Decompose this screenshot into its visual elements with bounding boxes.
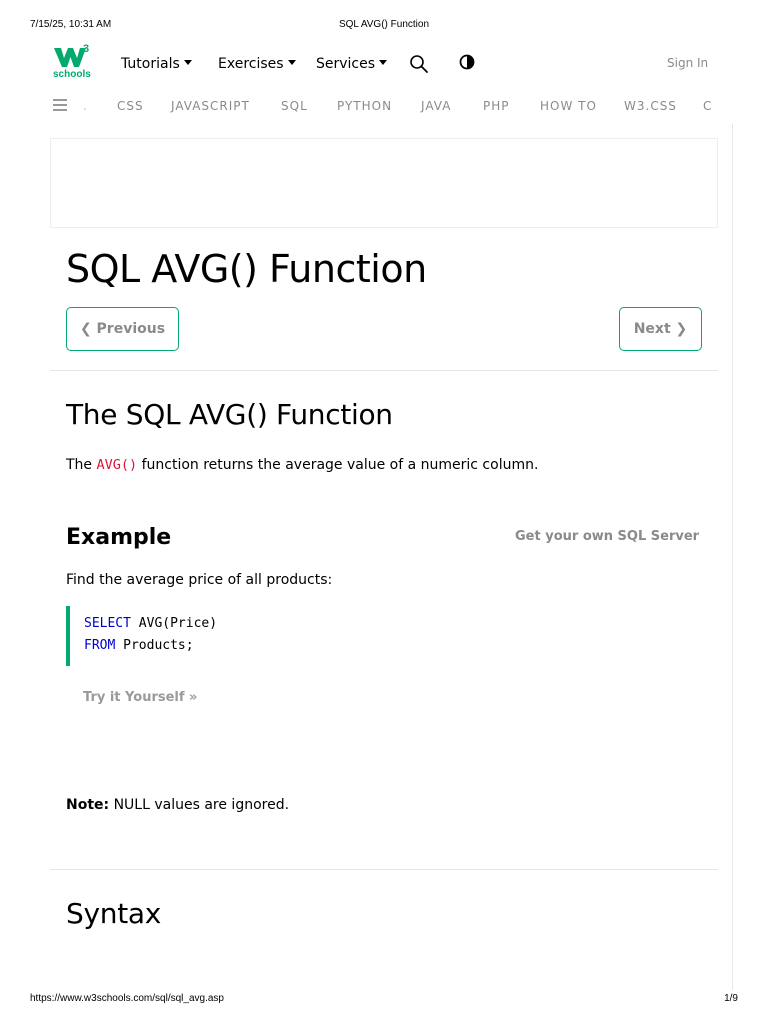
- contrast-icon[interactable]: [459, 54, 475, 70]
- nav-exercises[interactable]: Exercises: [218, 54, 296, 74]
- sql-keyword: FROM: [84, 638, 116, 653]
- subnav-item-sql[interactable]: SQL: [281, 98, 308, 114]
- subnav-item-javascript[interactable]: JAVASCRIPT: [171, 98, 250, 114]
- search-icon[interactable]: [409, 54, 429, 74]
- example-heading: Example: [66, 525, 172, 550]
- subnav-item-w3css[interactable]: W3.CSS: [624, 98, 677, 114]
- hamburger-menu-icon[interactable]: [53, 99, 67, 111]
- page-title: SQL AVG() Function: [66, 247, 427, 291]
- code-line: FROM Products;: [84, 637, 194, 655]
- code-example: SELECT AVG(Price) FROM Products;: [66, 606, 686, 666]
- content-right-border: [732, 124, 733, 990]
- intro-text-before: The: [66, 457, 93, 473]
- next-button[interactable]: Next ❯: [619, 307, 702, 351]
- inline-code: AVG(): [96, 457, 138, 473]
- subnav-item-python[interactable]: PYTHON: [337, 98, 392, 114]
- section-divider: [50, 370, 718, 371]
- chevron-right-icon: ❯: [675, 321, 688, 337]
- previous-label: Previous: [96, 321, 166, 337]
- caret-down-icon: [287, 60, 296, 65]
- subnav-item-howto[interactable]: HOW TO: [540, 98, 597, 114]
- chevron-left-icon: ❮: [79, 321, 92, 337]
- note-label: Note:: [66, 797, 110, 813]
- print-url: https://www.w3schools.com/sql/sql_avg.as…: [30, 993, 224, 1004]
- subnav-overflow-dot: .: [83, 99, 88, 113]
- intro-text-after: function returns the average value of a …: [141, 457, 539, 473]
- subnav-item-java[interactable]: JAVA: [421, 98, 451, 114]
- print-title: SQL AVG() Function: [338, 19, 430, 30]
- ad-placeholder: [50, 138, 718, 228]
- try-it-yourself-button[interactable]: Try it Yourself »: [83, 689, 197, 707]
- code-line: SELECT AVG(Price): [84, 615, 217, 633]
- nav-exercises-label: Exercises: [218, 56, 284, 72]
- logo-text: schools: [53, 69, 91, 80]
- print-header: 7/15/25, 10:31 AM SQL AVG() Function: [30, 19, 738, 33]
- sql-code: Products;: [115, 638, 194, 653]
- print-footer: https://www.w3schools.com/sql/sql_avg.as…: [30, 993, 738, 1007]
- nav-tutorials-label: Tutorials: [121, 56, 180, 72]
- logo-superscript: 3: [83, 43, 89, 55]
- syntax-heading: Syntax: [66, 897, 161, 930]
- signin-link[interactable]: Sign In: [667, 55, 708, 71]
- next-label: Next: [633, 321, 671, 337]
- example-description: Find the average price of all products:: [66, 572, 333, 588]
- subject-nav: . CSS JAVASCRIPT SQL PYTHON JAVA PHP HOW…: [50, 96, 740, 116]
- nav-tutorials[interactable]: Tutorials: [121, 54, 192, 74]
- subnav-item-php[interactable]: PHP: [483, 98, 510, 114]
- nav-services-label: Services: [316, 56, 376, 72]
- sql-keyword: SELECT: [84, 616, 131, 631]
- section-heading: The SQL AVG() Function: [66, 398, 393, 431]
- caret-down-icon: [183, 60, 192, 65]
- print-page-number: 1/9: [724, 993, 738, 1004]
- subnav-item-css[interactable]: CSS: [117, 98, 144, 114]
- nav-services[interactable]: Services: [316, 54, 388, 74]
- note-paragraph: Note: NULL values are ignored.: [66, 795, 289, 815]
- sql-code: AVG(Price): [130, 616, 218, 631]
- note-text: NULL values are ignored.: [113, 797, 290, 813]
- caret-down-icon: [379, 60, 388, 65]
- section-divider: [50, 869, 718, 870]
- section-intro: The AVG() function returns the average v…: [66, 455, 538, 475]
- get-sql-server-link[interactable]: Get your own SQL Server: [515, 528, 699, 546]
- previous-button[interactable]: ❮ Previous: [66, 307, 179, 351]
- w3schools-logo[interactable]: 3 schools: [52, 43, 92, 83]
- subnav-item-c[interactable]: C: [703, 98, 712, 114]
